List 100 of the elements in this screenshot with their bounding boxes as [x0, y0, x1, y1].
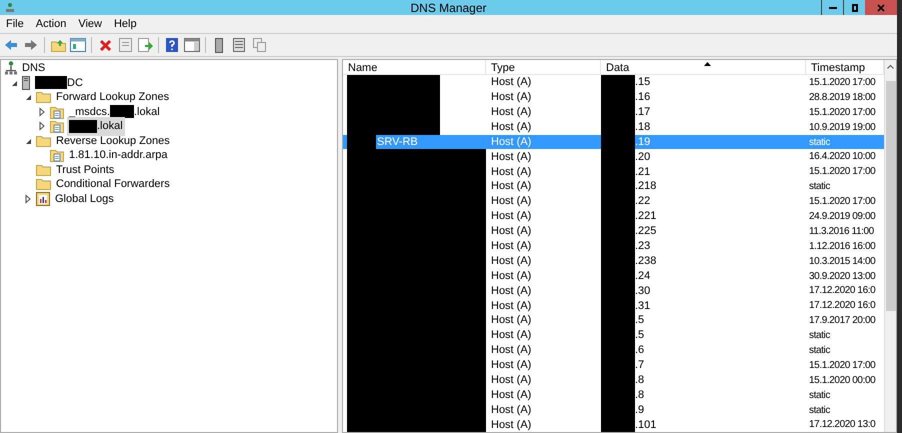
table-cell-text: 16.4.2020 10:00	[808, 150, 876, 164]
table-cell-text: .218	[635, 179, 656, 194]
table-cell-text: Host (A)	[490, 179, 532, 194]
table-row[interactable]: Host (A) .225 11.3.2016 11:00	[343, 224, 884, 239]
table-cell-text: .30	[635, 284, 650, 299]
table-row[interactable]: Host (A) .8 static	[343, 388, 884, 403]
table-cell-text: .24	[635, 268, 650, 284]
table-cell-text: .15	[635, 75, 650, 90]
table-cell-text: Host (A)	[490, 373, 532, 388]
collapsed-arrow-icon[interactable]	[23, 194, 33, 204]
zone-icon	[50, 104, 64, 119]
menu-item[interactable]: File	[0, 16, 30, 32]
table-row[interactable]: Host (A) .6 static	[343, 343, 884, 358]
menu-item[interactable]: View	[72, 16, 108, 32]
table-cell-text: Host (A)	[490, 402, 532, 418]
table-row[interactable]: Host (A) .9 static	[343, 402, 884, 418]
table-cell-text: Host (A)	[490, 164, 532, 180]
table-cell-text: Host (A)	[490, 388, 532, 403]
table-cell-text: Host (A)	[490, 194, 532, 210]
table-row[interactable]: Host (A) .17 15.1.2020 17:00	[343, 104, 884, 120]
table-cell-text: .5	[635, 313, 644, 328]
table-row[interactable]: Host (A) .5 17.9.2017 20:00	[343, 313, 884, 328]
table-row[interactable]: Host (A) .5 static	[343, 328, 884, 344]
server-list-icon[interactable]	[230, 36, 248, 54]
close-icon	[877, 4, 885, 12]
table-row[interactable]: Host (A) .8 15.1.2020 00:00	[343, 372, 884, 388]
table-cell-text: Host (A)	[490, 239, 532, 254]
table-row[interactable]: Host (A) .21 15.1.2020 17:00	[343, 164, 884, 180]
table-cell-text: Host (A)	[490, 150, 532, 165]
table-cell-text: static	[808, 388, 830, 403]
table-row[interactable]: Host (A) .218 static	[343, 179, 884, 194]
table-cell-text: Host (A)	[490, 358, 532, 374]
table-cell-text: .8	[635, 373, 644, 388]
table-row[interactable]: Host (A) .221 24.9.2019 09:00	[343, 209, 884, 224]
table-row[interactable]: Host (A) .7 15.1.2020 17:00	[343, 358, 884, 373]
table-cell-text: static	[808, 329, 830, 344]
export-icon[interactable]	[136, 36, 154, 54]
table-cell-text: .21	[635, 164, 650, 180]
table-cell-text: .8	[635, 388, 644, 403]
table-cell-text: .221	[635, 209, 656, 224]
redaction-block	[601, 75, 635, 90]
table-cell-text: SRV-RB	[376, 134, 418, 150]
table-cell-text: Host (A)	[490, 75, 532, 90]
folder-icon	[36, 178, 51, 190]
redaction-block	[35, 76, 67, 90]
table-cell-text: 15.1.2020 17:00	[808, 195, 876, 210]
action-pane-icon[interactable]	[183, 36, 201, 54]
table-row[interactable]: Host (A) .18 10.9.2019 19:00	[343, 120, 884, 135]
redaction-block	[69, 120, 97, 133]
table-row[interactable]: Host (A) .15 15.1.2020 17:00	[343, 75, 884, 90]
table-cell-text: Host (A)	[490, 328, 532, 344]
column-header[interactable]: Type	[486, 60, 601, 74]
tree-item-label[interactable]: .lokal	[67, 117, 125, 136]
menu-item[interactable]: Action	[30, 16, 72, 32]
table-cell-text: Host (A)	[490, 224, 532, 240]
table-cell-text: 1.12.2016 16:00	[808, 240, 876, 254]
table-cell-text: 15.1.2020 17:00	[808, 165, 876, 180]
column-header[interactable]: Data	[601, 60, 806, 74]
table-cell-text: Host (A)	[490, 284, 532, 299]
table-cell-text: static	[808, 180, 830, 194]
table-row[interactable]: Host (A) .31 17.12.2020 16:0	[343, 298, 884, 314]
close-button[interactable]	[865, 0, 897, 15]
scroll-up-icon[interactable]	[887, 64, 894, 69]
app-icon	[5, 2, 15, 12]
column-header[interactable]: Name	[343, 60, 486, 74]
zone-icon	[50, 148, 64, 162]
menu-item[interactable]: Help	[108, 16, 143, 32]
table-row[interactable]: Host (A) .22 15.1.2020 17:00	[343, 194, 884, 210]
tree-pane-icon[interactable]	[69, 36, 87, 54]
table-row[interactable]: Host (A) .16 28.8.2019 18:00	[343, 90, 884, 105]
table-cell-text: Host (A)	[490, 313, 532, 328]
table-row[interactable]: Host (A) .23 1.12.2016 16:00	[343, 238, 884, 254]
scrollbar[interactable]	[884, 60, 896, 432]
table-cell-text: Host (A)	[490, 343, 532, 358]
table-row[interactable]: Host (A) .20 16.4.2020 10:00	[343, 149, 884, 164]
table-cell-text: 17.12.2020 16:0	[808, 284, 876, 298]
collapsed-arrow-icon[interactable]	[37, 106, 47, 117]
table-row[interactable]: Host (A) .101 17.12.2020 13:0	[343, 417, 884, 432]
table-cell-text: 17.9.2017 20:00	[808, 314, 876, 328]
table-cell-text: .22	[635, 194, 650, 210]
zone-icon	[50, 119, 64, 134]
table-cell-text: static	[808, 136, 830, 150]
table-cell-text: 15.1.2020 17:00	[808, 358, 876, 373]
table-row[interactable]: Host (A) .24 30.9.2020 13:00	[343, 268, 884, 284]
table-row[interactable]: Host (A) .30 17.12.2020 16:0	[343, 283, 884, 298]
table-cell-text: 28.8.2019 18:00	[808, 90, 876, 105]
table-cell-text: 15.1.2020 17:00	[808, 106, 876, 120]
server-icon	[22, 76, 30, 90]
table-cell-text: static	[808, 344, 830, 358]
help-icon[interactable]	[163, 36, 181, 54]
collapsed-arrow-icon[interactable]	[37, 121, 47, 132]
table-cell-text: .5	[635, 328, 644, 344]
table-row[interactable]: Host (A) .238 10.3.2015 14:00	[343, 254, 884, 269]
table-cell-text: 15.1.2020 17:00	[808, 76, 876, 90]
table-cell-text: 24.9.2019 09:00	[808, 210, 876, 224]
table-cell-text: .16	[635, 90, 650, 106]
table-cell-text: Host (A)	[490, 134, 532, 150]
table-cell-text: .20	[635, 150, 650, 165]
table-cell-text: .23	[635, 239, 650, 254]
table-cell-text: .6	[635, 343, 644, 358]
